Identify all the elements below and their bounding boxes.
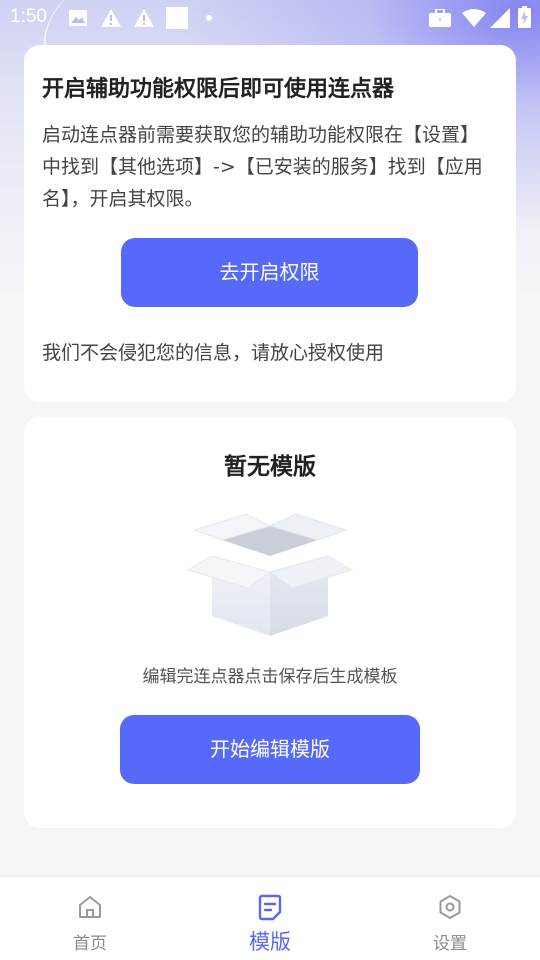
warning-icon (134, 9, 154, 27)
image-icon (69, 10, 87, 26)
briefcase-icon (429, 9, 451, 27)
template-icon (258, 894, 282, 921)
wifi-icon (462, 9, 486, 27)
nav-label-template: 模版 (249, 930, 291, 954)
nav-item-settings[interactable]: 设置 (360, 877, 540, 960)
battery-charging-icon (518, 6, 531, 28)
nav-item-template[interactable]: 模版 (180, 877, 360, 960)
status-bar: 1:50 (0, 0, 540, 36)
template-hint: 编辑完连点器点击保存后生成模板 (142, 667, 398, 687)
nav-item-home[interactable]: 首页 (0, 877, 180, 960)
signal-icon (490, 8, 510, 28)
warning-icon (101, 9, 121, 27)
dot-icon (206, 15, 212, 21)
enable-permission-button[interactable]: 去开启权限 (121, 238, 418, 307)
nav-label-home: 首页 (73, 934, 107, 954)
privacy-note: 我们不会侵犯您的信息，请放心授权使用 (42, 342, 385, 364)
template-card: 暂无模版 编辑完连点器点击保存后生成模板 开始编辑模版 (24, 417, 516, 828)
empty-box-icon (186, 513, 354, 636)
square-icon (166, 7, 188, 29)
settings-icon (439, 895, 461, 919)
status-time: 1:50 (10, 6, 47, 27)
permission-title: 开启辅助功能权限后即可使用连点器 (42, 77, 395, 102)
permission-card: 开启辅助功能权限后即可使用连点器 启动连点器前需要获取您的辅助功能权限在【设置】… (24, 45, 516, 402)
empty-template-title: 暂无模版 (224, 454, 316, 480)
home-icon (79, 896, 101, 918)
start-editing-template-button[interactable]: 开始编辑模版 (120, 715, 420, 784)
nav-label-settings: 设置 (433, 934, 467, 954)
bottom-navigation: 首页 模版 设置 (0, 876, 540, 960)
permission-description: 启动连点器前需要获取您的辅助功能权限在【设置】中找到【其他选项】->【已安装的服… (42, 124, 483, 210)
